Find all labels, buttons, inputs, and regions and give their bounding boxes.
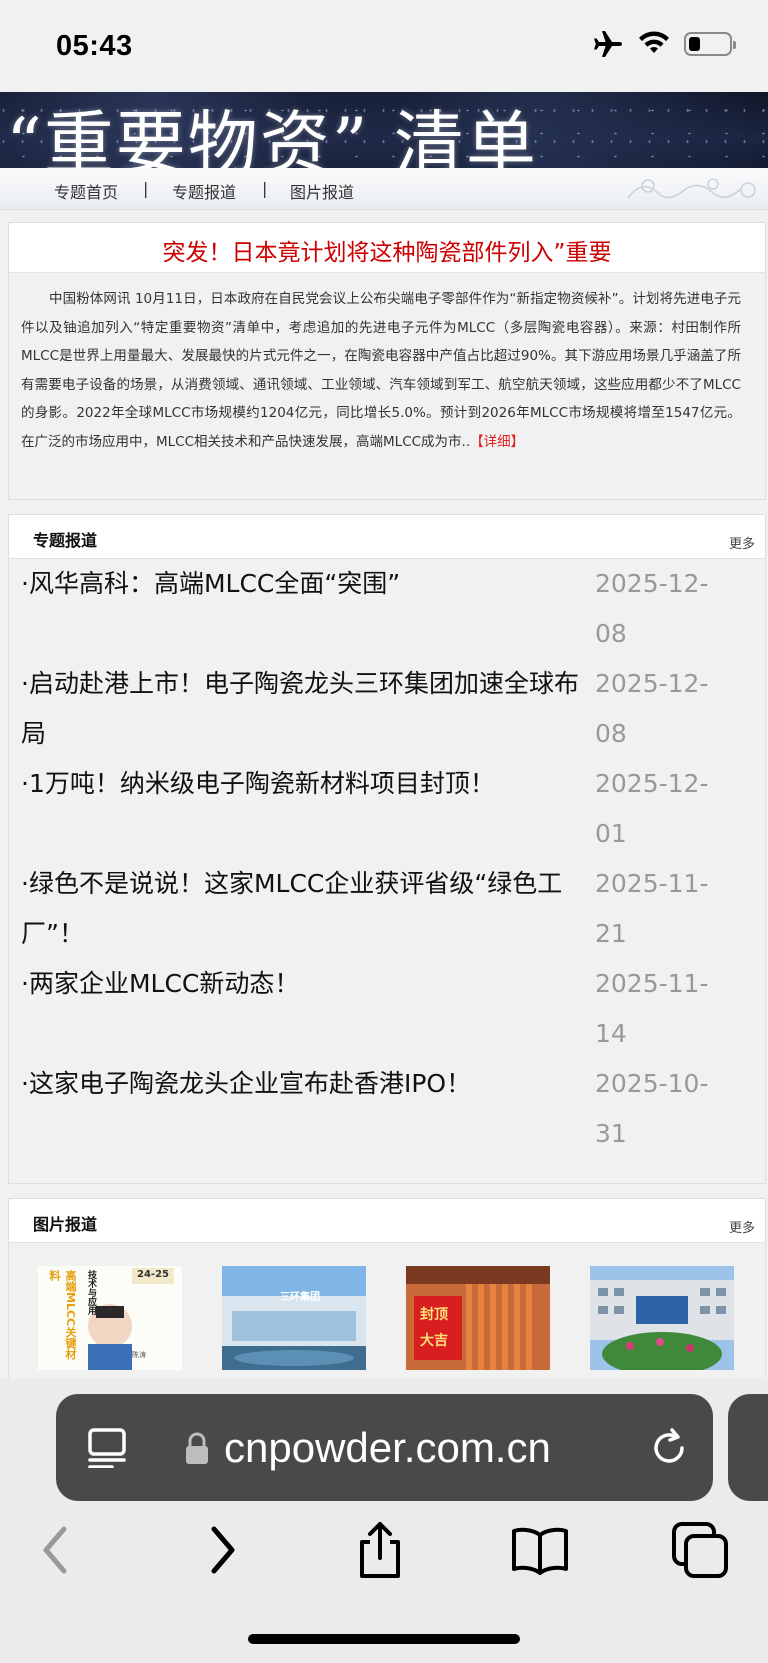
news-title[interactable]: ·这家电子陶瓷龙头企业宣布赴香港IPO！: [21, 1059, 593, 1109]
status-time: 05:43: [56, 30, 133, 62]
battery-icon: [684, 32, 736, 56]
topic-banner: “重要物资” 清单: [0, 92, 768, 168]
headline-body: 中国粉体网讯 10月11日，日本政府在自民党会议上公布尖端电子零部件作为“新指定…: [21, 285, 741, 456]
photo-thumbnail-poster[interactable]: 24-25 技术与应用 高端MLCC关键材料 陈涛: [38, 1266, 182, 1370]
poster-badge: 24-25: [137, 1269, 169, 1280]
home-indicator: [248, 1634, 520, 1644]
reader-mode-icon[interactable]: [86, 1426, 128, 1468]
next-tab-peek[interactable]: [728, 1394, 768, 1501]
factory-image: [590, 1266, 734, 1370]
reload-icon[interactable]: [648, 1424, 692, 1468]
battery-level: [689, 37, 700, 51]
news-date: 2025-12-: [595, 769, 709, 798]
headline-title[interactable]: 突发！日本竟计划将这种陶瓷部件列入”重要: [9, 233, 765, 267]
special-reports-header: 专题报道 更多: [9, 515, 765, 559]
news-title[interactable]: ·启动赴港上市！电子陶瓷龙头三环集团加速全球布局: [21, 659, 593, 759]
building-image: [222, 1266, 366, 1370]
news-item[interactable]: ·风华高科：高端MLCC全面“突围” 2025-12- 08: [9, 559, 765, 659]
wifi-icon: [639, 31, 669, 53]
special-reports-title: 专题报道: [33, 531, 98, 550]
chevron-left-icon: [43, 1526, 67, 1574]
news-title[interactable]: ·绿色不是说说！这家MLCC企业获评省级“绿色工厂”！: [21, 859, 593, 959]
poster-person-name: 陈涛: [132, 1351, 146, 1359]
nav-item-special-reports[interactable]: 专题报道: [172, 179, 236, 203]
address-bar[interactable]: cnpowder.com.cn: [56, 1394, 713, 1501]
photo-reports-more-link[interactable]: 更多: [729, 1217, 755, 1236]
lock-icon: [186, 1432, 208, 1464]
celebration-banner-text: 封顶大吉: [420, 1307, 448, 1349]
news-date: 2025-10-: [595, 1069, 709, 1098]
news-date: 2025-12-: [595, 669, 709, 698]
headline-body-text: 中国粉体网讯 10月11日，日本政府在自民党会议上公布尖端电子零部件作为“新指定…: [21, 291, 741, 450]
special-reports-panel: 专题报道 更多 ·风华高科：高端MLCC全面“突围” 2025-12- 08 ·…: [8, 514, 766, 1184]
news-title[interactable]: ·风华高科：高端MLCC全面“突围”: [21, 559, 593, 609]
floral-ornament-icon: [627, 178, 756, 199]
building-sign: 三环集团: [280, 1292, 320, 1303]
special-reports-more-link[interactable]: 更多: [729, 533, 755, 552]
banner-title: “重要物资” 清单: [6, 103, 538, 168]
airplane-mode-icon: [594, 31, 622, 57]
news-title[interactable]: ·1万吨！纳米级电子陶瓷新材料项目封顶！: [21, 759, 593, 809]
poster-caption-line1: 技术与应用: [86, 1270, 96, 1315]
back-button[interactable]: [26, 1520, 86, 1580]
news-item[interactable]: ·1万吨！纳米级电子陶瓷新材料项目封顶！ 2025-12- 01: [9, 759, 765, 859]
photo-reports-title: 图片报道: [33, 1215, 98, 1234]
news-item[interactable]: ·两家企业MLCC新动态！ 2025-11- 14: [9, 959, 765, 1059]
news-date: 21: [595, 919, 627, 948]
bookmarks-button[interactable]: [510, 1520, 570, 1580]
photo-thumbnail-building[interactable]: 三环集团: [222, 1266, 366, 1370]
news-date: 01: [595, 819, 627, 848]
url-text: cnpowder.com.cn: [224, 1424, 551, 1471]
news-date: 08: [595, 619, 627, 648]
news-title[interactable]: ·两家企业MLCC新动态！: [21, 959, 593, 1009]
photo-thumbnail-celebration[interactable]: 封顶大吉: [406, 1266, 550, 1370]
poster-caption-line2: 高端MLCC关键材料: [48, 1270, 77, 1360]
headline-title-bar: 突发！日本竟计划将这种陶瓷部件列入”重要: [9, 223, 765, 273]
share-button[interactable]: [350, 1520, 410, 1580]
status-icons: [592, 30, 736, 58]
nav-item-photo-reports[interactable]: 图片报道: [290, 179, 354, 203]
news-date: 2025-11-: [595, 869, 709, 898]
news-date: 2025-12-: [595, 569, 709, 598]
news-date: 08: [595, 719, 627, 748]
news-item[interactable]: ·绿色不是说说！这家MLCC企业获评省级“绿色工厂”！ 2025-11- 21: [9, 859, 765, 959]
photo-thumbnail-factory[interactable]: [590, 1266, 734, 1370]
tabs-icon: [672, 1522, 728, 1578]
nav-separator: |: [143, 179, 149, 198]
chevron-right-icon: [211, 1526, 235, 1574]
tabs-button[interactable]: [670, 1520, 730, 1580]
share-icon: [360, 1522, 400, 1578]
topic-nav: 专题首页 | 专题报道 | 图片报道: [0, 168, 768, 210]
book-icon: [512, 1527, 568, 1575]
news-date: 2025-11-: [595, 969, 709, 998]
photo-reports-header: 图片报道 更多: [9, 1199, 765, 1243]
news-date: 31: [595, 1119, 627, 1148]
status-bar: 05:43: [0, 0, 768, 92]
nav-separator: |: [262, 179, 268, 198]
headline-box: 突发！日本竟计划将这种陶瓷部件列入”重要 中国粉体网讯 10月11日，日本政府在…: [8, 222, 766, 500]
news-item[interactable]: ·启动赴港上市！电子陶瓷龙头三环集团加速全球布局 2025-12- 08: [9, 659, 765, 759]
detail-link[interactable]: 【详细】: [470, 434, 524, 450]
nav-item-topic-home[interactable]: 专题首页: [54, 179, 118, 203]
news-date: 14: [595, 1019, 627, 1048]
news-item[interactable]: ·这家电子陶瓷龙头企业宣布赴香港IPO！ 2025-10- 31: [9, 1059, 765, 1159]
forward-button[interactable]: [192, 1520, 252, 1580]
poster-image: [38, 1266, 182, 1370]
